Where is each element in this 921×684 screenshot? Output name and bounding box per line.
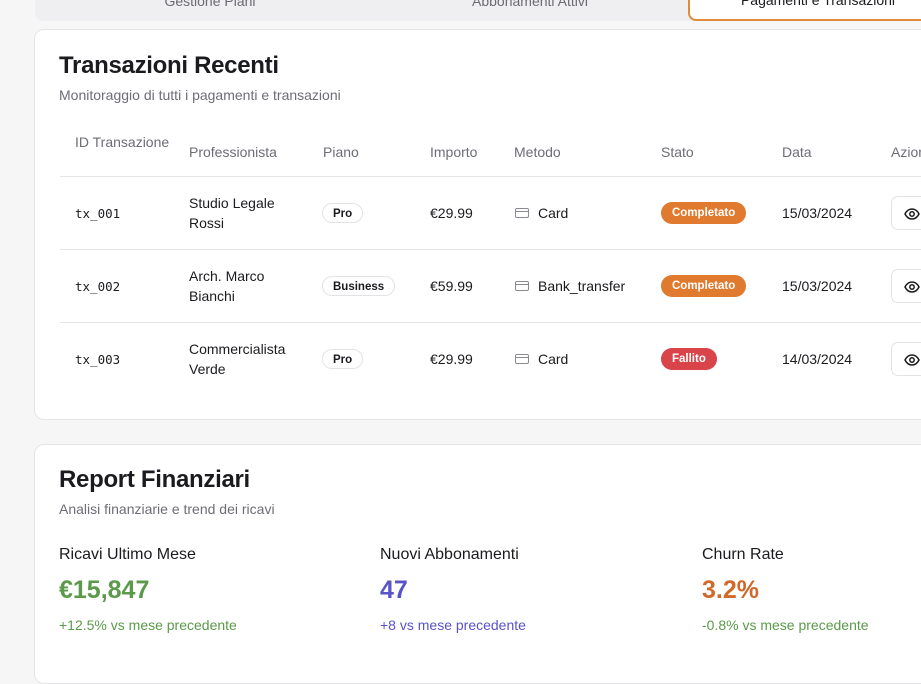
credit-card-icon xyxy=(515,354,529,364)
table-divider xyxy=(60,176,921,177)
tx-id: tx_002 xyxy=(75,279,121,294)
col-header-method: Metodo xyxy=(514,144,561,160)
transactions-title: Transazioni Recenti xyxy=(59,52,279,79)
tx-professional: Commercialista Verde xyxy=(189,341,286,377)
table-divider xyxy=(60,322,921,323)
tab-bar: Gestione Piani Abbonamenti Attivi Pagame… xyxy=(35,0,921,21)
view-transaction-button[interactable] xyxy=(891,196,921,230)
view-transaction-button[interactable] xyxy=(891,342,921,376)
credit-card-icon xyxy=(515,281,529,291)
tx-amount: €29.99 xyxy=(430,351,473,367)
tx-id: tx_003 xyxy=(75,352,121,367)
tx-amount: €59.99 xyxy=(430,278,473,294)
tx-professional: Studio Legale Rossi xyxy=(189,195,275,231)
stat-trend: -0.8% vs mese precedente xyxy=(702,617,869,633)
tx-method: Bank_transfer xyxy=(538,278,626,294)
stat-label: Nuovi Abbonamenti xyxy=(380,546,519,563)
stat-trend: +8 vs mese precedente xyxy=(380,617,526,633)
tx-method: Card xyxy=(538,351,569,367)
col-header-professional: Professionista xyxy=(189,144,277,160)
finance-subtitle: Analisi finanziarie e trend dei ricavi xyxy=(59,501,275,517)
tx-id: tx_001 xyxy=(75,206,121,221)
tx-date: 15/03/2024 xyxy=(782,278,853,294)
transactions-card: Transazioni Recenti Monitoraggio di tutt… xyxy=(34,29,921,420)
plan-badge: Business xyxy=(322,276,396,296)
stat-label: Ricavi Ultimo Mese xyxy=(59,546,196,563)
col-header-status: Stato xyxy=(661,144,694,160)
stat-value: 47 xyxy=(380,576,408,604)
status-badge: Fallito xyxy=(661,348,717,370)
status-badge: Completato xyxy=(661,275,747,297)
col-header-id: ID Transazione xyxy=(75,134,170,150)
tx-date: 15/03/2024 xyxy=(782,205,853,221)
plan-badge: Pro xyxy=(322,203,364,223)
tx-date: 14/03/2024 xyxy=(782,351,853,367)
table-divider xyxy=(60,249,921,250)
view-transaction-button[interactable] xyxy=(891,269,921,303)
col-header-plan: Piano xyxy=(323,144,359,160)
tx-professional: Arch. Marco Bianchi xyxy=(189,268,265,304)
eye-icon xyxy=(904,354,920,366)
finance-report-card: Report Finanziari Analisi finanziarie e … xyxy=(34,444,921,684)
finance-title: Report Finanziari xyxy=(59,466,250,493)
col-header-amount: Importo xyxy=(430,144,478,160)
stat-trend: +12.5% vs mese precedente xyxy=(59,617,237,633)
col-header-actions: Azioni xyxy=(891,144,921,160)
tab-pagamenti-transazioni[interactable]: Pagamenti e Transazioni xyxy=(688,0,921,21)
plan-badge: Pro xyxy=(322,349,364,369)
tab-gestione-piani[interactable]: Gestione Piani xyxy=(125,0,295,21)
tx-amount: €29.99 xyxy=(430,205,473,221)
credit-card-icon xyxy=(515,208,529,218)
stat-value: €15,847 xyxy=(59,576,150,604)
eye-icon xyxy=(904,208,920,220)
stat-label: Churn Rate xyxy=(702,546,784,563)
status-badge: Completato xyxy=(661,202,747,224)
col-header-date: Data xyxy=(782,144,812,160)
eye-icon xyxy=(904,281,920,293)
tx-method: Card xyxy=(538,205,569,221)
transactions-subtitle: Monitoraggio di tutti i pagamenti e tran… xyxy=(59,87,341,103)
stat-value: 3.2% xyxy=(702,576,759,604)
tab-abbonamenti-attivi[interactable]: Abbonamenti Attivi xyxy=(435,0,625,21)
